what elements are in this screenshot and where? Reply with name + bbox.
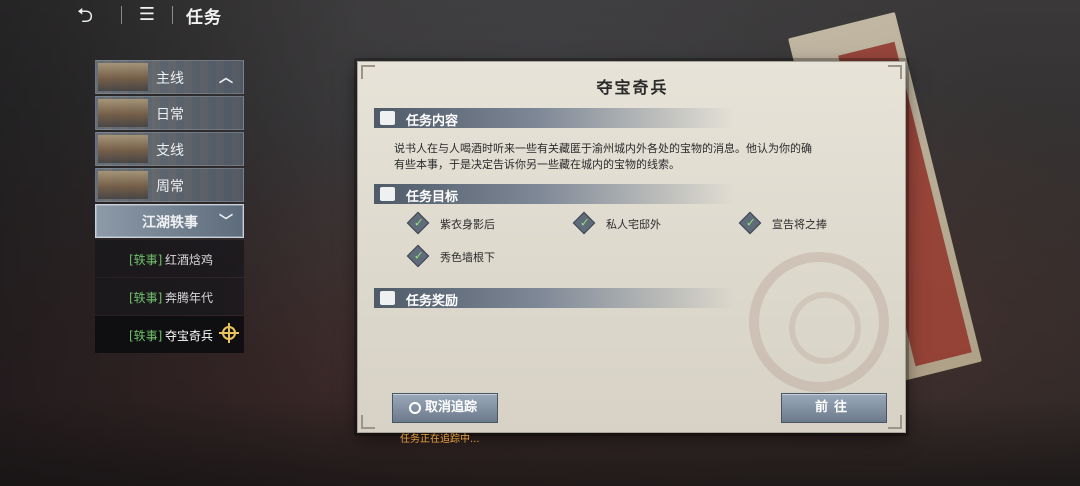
quest-detail-panel: 夺宝奇兵 任务内容 说书人在与人喝酒时听来一些有关藏匿于渝州城内外各处的宝物的消…	[357, 61, 906, 433]
nav-thumbnail	[98, 135, 148, 163]
chevron-up-icon: ︿	[219, 70, 233, 86]
section-header-rewards: 任务奖励	[374, 288, 734, 309]
quest-name: 夺宝奇兵	[165, 329, 214, 343]
topbar-divider	[121, 6, 122, 24]
nav-thumbnail	[98, 63, 148, 91]
quest-list-item[interactable]: [轶事] 奔腾年代	[95, 278, 244, 315]
scroll-icon	[380, 187, 395, 201]
quest-tag: [轶事]	[129, 253, 163, 267]
quest-name: 红酒焓鸡	[165, 253, 214, 267]
crosshair-icon	[409, 402, 421, 414]
check-icon	[406, 211, 430, 235]
section-header-goals: 任务目标	[374, 184, 734, 205]
nav-thumbnail	[98, 171, 148, 199]
back-arrow-icon[interactable]: ⮌	[72, 4, 98, 26]
tracking-status: 任务正在追踪中...	[400, 434, 480, 445]
quest-tag: [轶事]	[129, 329, 163, 343]
section-label: 任务内容	[406, 114, 459, 129]
nav-item-main[interactable]: 主线 ︿	[95, 60, 244, 94]
panel-corner	[361, 415, 375, 429]
quest-list-item-selected[interactable]: [轶事] 夺宝奇兵	[95, 316, 244, 353]
chest-icon	[380, 291, 395, 305]
nav-item-label: 支线	[156, 143, 184, 159]
description-line: 有些本事，于是决定告诉你另一些藏在城内的宝物的线索。	[394, 158, 680, 171]
button-label: 取消追踪	[425, 400, 478, 415]
check-icon	[738, 211, 762, 235]
quest-name: 奔腾年代	[165, 291, 214, 305]
quest-title: 夺宝奇兵	[596, 78, 669, 97]
goal-label: 秀色墙根下	[440, 251, 495, 264]
nav-item-daily[interactable]: 日常	[95, 96, 244, 130]
menu-icon[interactable]: ☰	[134, 4, 160, 26]
nav-item-label: 日常	[156, 107, 184, 123]
nav-item-label: 江湖轶事	[142, 215, 198, 231]
description-line: 说书人在与人喝酒时听来一些有关藏匿于渝州城内外各处的宝物的消息。他认为你的确	[394, 142, 812, 155]
goal-label: 宣告将之捧	[772, 218, 827, 231]
quest-description: 说书人在与人喝酒时听来一些有关藏匿于渝州城内外各处的宝物的消息。他认为你的确 有…	[394, 141, 854, 173]
section-label: 任务奖励	[406, 294, 459, 309]
page-title: 任务	[186, 8, 222, 28]
panel-corner	[888, 415, 902, 429]
goal-label: 紫衣身影后	[440, 218, 495, 231]
quest-tag: [轶事]	[129, 291, 163, 305]
chevron-down-icon: ﹀	[219, 214, 233, 230]
nav-thumbnail	[98, 99, 148, 127]
top-bar: ⮌ ☰ 任务	[0, 0, 1080, 32]
topbar-divider	[172, 6, 173, 24]
quest-list-item[interactable]: [轶事] 红酒焓鸡	[95, 240, 244, 277]
anecdote-quest-list: [轶事] 红酒焓鸡 [轶事] 奔腾年代 [轶事] 夺宝奇兵	[95, 240, 244, 353]
quest-category-nav: 主线 ︿ 日常 支线 周常 江湖轶事 ﹀ [轶事] 红酒焓鸡 [轶事] 奔腾年代…	[95, 60, 244, 354]
crosshair-icon	[219, 323, 239, 343]
nav-item-anecdotes[interactable]: 江湖轶事 ﹀	[95, 204, 244, 238]
check-icon	[572, 211, 596, 235]
nav-item-side[interactable]: 支线	[95, 132, 244, 166]
section-header-content: 任务内容	[374, 108, 734, 129]
nav-item-weekly[interactable]: 周常	[95, 168, 244, 202]
seal-watermark	[749, 252, 889, 392]
cancel-tracking-button[interactable]: 取消追踪	[392, 393, 498, 423]
goal-label: 私人宅邸外	[606, 218, 661, 231]
map-icon	[380, 111, 395, 125]
nav-item-label: 主线	[156, 71, 184, 87]
nav-item-label: 周常	[156, 179, 184, 195]
section-label: 任务目标	[406, 190, 459, 205]
go-button[interactable]: 前往	[781, 393, 887, 423]
check-icon	[406, 244, 430, 268]
